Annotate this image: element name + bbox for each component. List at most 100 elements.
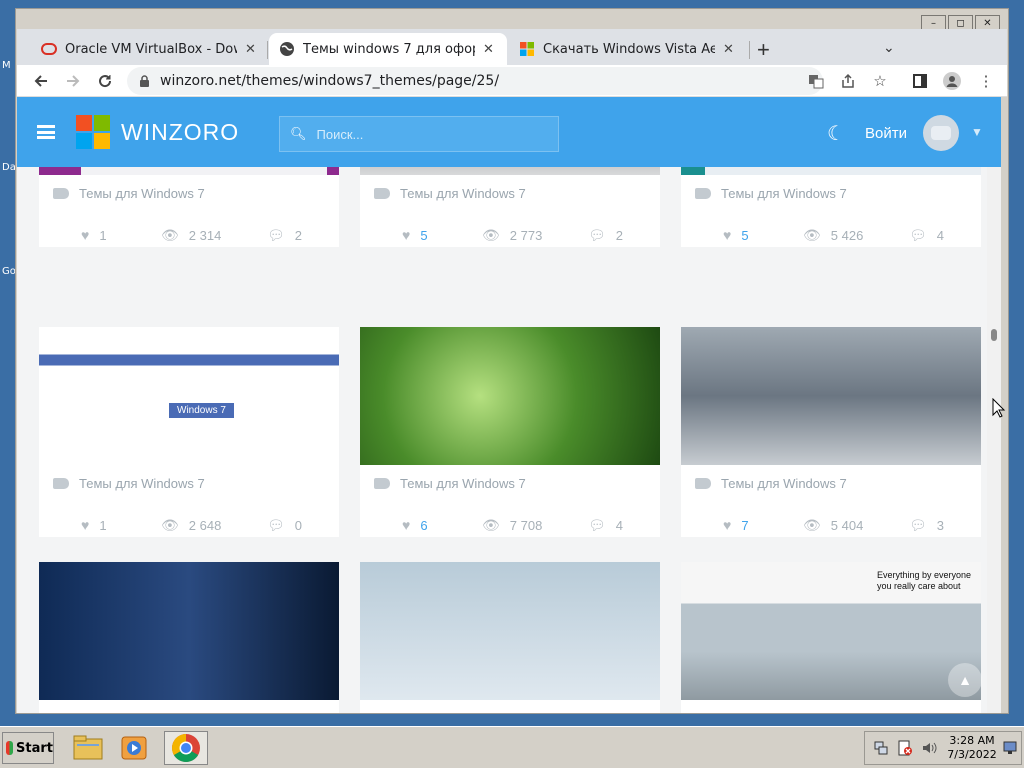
heart-icon: ♥ bbox=[81, 227, 90, 243]
avatar-chevron-down-icon[interactable]: ▼ bbox=[971, 125, 983, 139]
security-warning-icon[interactable] bbox=[897, 740, 913, 756]
browser-toolbar: winzoro.net/themes/windows7_themes/page/… bbox=[17, 65, 1007, 97]
desktop-label-da: Da bbox=[2, 162, 16, 173]
forward-button[interactable] bbox=[61, 69, 85, 93]
tab-strip: Oracle VM VirtualBox - Downloads ✕ Темы … bbox=[17, 29, 1007, 65]
stat-value: 1 bbox=[99, 227, 107, 243]
close-tab-icon[interactable]: ✕ bbox=[245, 42, 256, 57]
stat-likes[interactable]: ♥ 1 bbox=[81, 227, 107, 243]
bookmark-star-icon[interactable]: ☆ bbox=[869, 70, 891, 92]
tab-virtualbox[interactable]: Oracle VM VirtualBox - Downloads ✕ bbox=[31, 33, 271, 65]
card-stats: ♥ 1 👁︎ 2 648 💬︎ 0 bbox=[39, 508, 339, 542]
card-category[interactable]: Темы для Windows 7 bbox=[374, 175, 526, 211]
card-stats: ♥ 1 👁︎ 2 314 💬︎ 2 bbox=[39, 218, 339, 252]
login-link[interactable]: Войти bbox=[865, 125, 907, 142]
back-arrow-icon bbox=[34, 75, 47, 87]
desktop-label-m: M bbox=[2, 60, 11, 71]
taskbar-explorer[interactable] bbox=[66, 731, 110, 765]
stat-likes[interactable]: ♥ 7 bbox=[723, 517, 749, 533]
scrollbar-thumb[interactable] bbox=[991, 329, 997, 341]
microsoft-icon bbox=[520, 42, 534, 56]
stat-views: 👁︎ 7 708 bbox=[482, 517, 542, 534]
volume-icon[interactable] bbox=[921, 740, 937, 756]
mouse-cursor-icon bbox=[992, 398, 1006, 418]
heart-icon: ♥ bbox=[402, 227, 411, 243]
theme-card[interactable]: Темы для Windows 7 bbox=[39, 562, 339, 713]
taskbar: Start 3:28 AM 7/3/2022 bbox=[0, 726, 1024, 768]
theme-thumbnail[interactable] bbox=[360, 327, 660, 465]
clock[interactable]: 3:28 AM 7/3/2022 bbox=[943, 734, 1001, 762]
profile-icon[interactable] bbox=[941, 70, 963, 92]
card-stats: ♥ 6 👁︎ 7 708 💬︎ 4 bbox=[360, 508, 660, 542]
theme-card[interactable]: Темы для Windows 7 ♥ 6 👁︎ 7 708 💬︎ 4 bbox=[360, 327, 660, 537]
theme-card[interactable]: Everything by everyone you really care a… bbox=[681, 562, 981, 713]
start-button[interactable]: Start bbox=[2, 732, 54, 764]
card-stats: ♥ 5 👁︎ 2 773 💬︎ 2 bbox=[360, 218, 660, 252]
card-category[interactable]: Темы для Windows 7 bbox=[53, 465, 205, 501]
stat-value: 3 bbox=[936, 517, 945, 533]
url-text: winzoro.net/themes/windows7_themes/page/… bbox=[160, 73, 500, 89]
windows-flag-icon bbox=[6, 741, 14, 755]
folder-icon bbox=[73, 735, 103, 760]
user-avatar[interactable] bbox=[923, 115, 959, 151]
stat-views: 👁︎ 5 404 bbox=[803, 517, 863, 534]
new-tab-button[interactable]: + bbox=[757, 37, 770, 63]
thumbnail-caption: Everything by everyone you really care a… bbox=[877, 570, 972, 591]
theme-thumbnail[interactable] bbox=[681, 327, 981, 465]
network-icon[interactable] bbox=[873, 740, 889, 756]
stat-value: 7 bbox=[741, 517, 749, 533]
clock-time: 3:28 AM bbox=[949, 734, 995, 747]
card-category[interactable]: Темы для Windows 7 bbox=[695, 700, 847, 713]
card-category[interactable]: Темы для Windows 7 bbox=[53, 700, 205, 713]
tag-icon bbox=[374, 712, 390, 713]
menu-kebab-icon[interactable]: ⋮ bbox=[975, 70, 997, 92]
tab-search-chevron-icon[interactable]: ⌄ bbox=[883, 39, 895, 56]
eye-icon: 👁︎ bbox=[161, 226, 179, 243]
theme-thumbnail[interactable]: Everything by everyone you really care a… bbox=[681, 562, 981, 700]
show-desktop-icon[interactable] bbox=[1003, 740, 1017, 756]
stat-comments: 💬︎ 2 bbox=[588, 227, 623, 244]
theme-thumbnail[interactable] bbox=[39, 562, 339, 700]
heart-icon: ♥ bbox=[81, 517, 90, 533]
hamburger-menu-icon[interactable] bbox=[37, 125, 55, 139]
side-panel-icon[interactable] bbox=[909, 70, 931, 92]
site-search-input[interactable]: 🔍︎ Поиск... bbox=[279, 116, 559, 152]
theme-thumbnail[interactable]: Windows 7 bbox=[39, 327, 339, 465]
translate-icon[interactable] bbox=[805, 70, 827, 92]
card-category[interactable]: Темы для Windows 7 bbox=[374, 700, 526, 713]
theme-thumbnail[interactable] bbox=[360, 562, 660, 700]
stat-value: 2 773 bbox=[509, 227, 543, 243]
stat-likes[interactable]: ♥ 6 bbox=[402, 517, 428, 533]
card-category[interactable]: Темы для Windows 7 bbox=[374, 465, 526, 501]
theme-card[interactable]: Windows 7 Темы для Windows 7 ♥ 1 👁︎ 2 648 💬︎ 0 bbox=[39, 327, 339, 537]
page-scrollbar[interactable] bbox=[987, 167, 1001, 713]
taskbar-media-player[interactable] bbox=[112, 731, 156, 765]
tab-vista-aero[interactable]: Скачать Windows Vista Aero Temp ✕ bbox=[509, 33, 747, 65]
stat-value: 2 bbox=[294, 227, 303, 243]
share-icon[interactable] bbox=[837, 70, 859, 92]
site-brand[interactable]: WINZORO bbox=[121, 119, 239, 146]
card-category[interactable]: Темы для Windows 7 bbox=[53, 175, 205, 211]
stat-views: 👁︎ 5 426 bbox=[803, 227, 863, 244]
category-label: Темы для Windows 7 bbox=[400, 185, 526, 201]
scroll-up-icon[interactable]: ▲ bbox=[948, 663, 982, 697]
close-tab-icon[interactable]: ✕ bbox=[723, 42, 734, 57]
stat-likes[interactable]: ♥ 1 bbox=[81, 517, 107, 533]
close-tab-icon[interactable]: ✕ bbox=[483, 42, 494, 57]
card-category[interactable]: Темы для Windows 7 bbox=[695, 175, 847, 211]
tab-winzoro[interactable]: Темы windows 7 для оформления ✕ bbox=[269, 33, 507, 65]
stat-value: 7 708 bbox=[509, 517, 543, 533]
card-category[interactable]: Темы для Windows 7 bbox=[695, 465, 847, 501]
address-bar[interactable]: winzoro.net/themes/windows7_themes/page/… bbox=[127, 67, 823, 95]
dark-mode-moon-icon[interactable]: ☾ bbox=[827, 121, 845, 146]
stat-likes[interactable]: ♥ 5 bbox=[723, 227, 749, 243]
virtualbox-icon bbox=[41, 43, 57, 55]
theme-card[interactable]: Темы для Windows 7 ♥ 7 👁︎ 5 404 💬︎ 3 bbox=[681, 327, 981, 537]
theme-card[interactable]: Темы для Windows 7 bbox=[360, 562, 660, 713]
taskbar-chrome[interactable] bbox=[164, 731, 208, 765]
back-button[interactable] bbox=[29, 69, 53, 93]
reload-button[interactable] bbox=[93, 69, 117, 93]
stat-likes[interactable]: ♥ 5 bbox=[402, 227, 428, 243]
start-label: Start bbox=[16, 740, 53, 756]
browser-window: – ◻ ✕ Oracle VM VirtualBox - Downloads ✕… bbox=[15, 8, 1009, 714]
